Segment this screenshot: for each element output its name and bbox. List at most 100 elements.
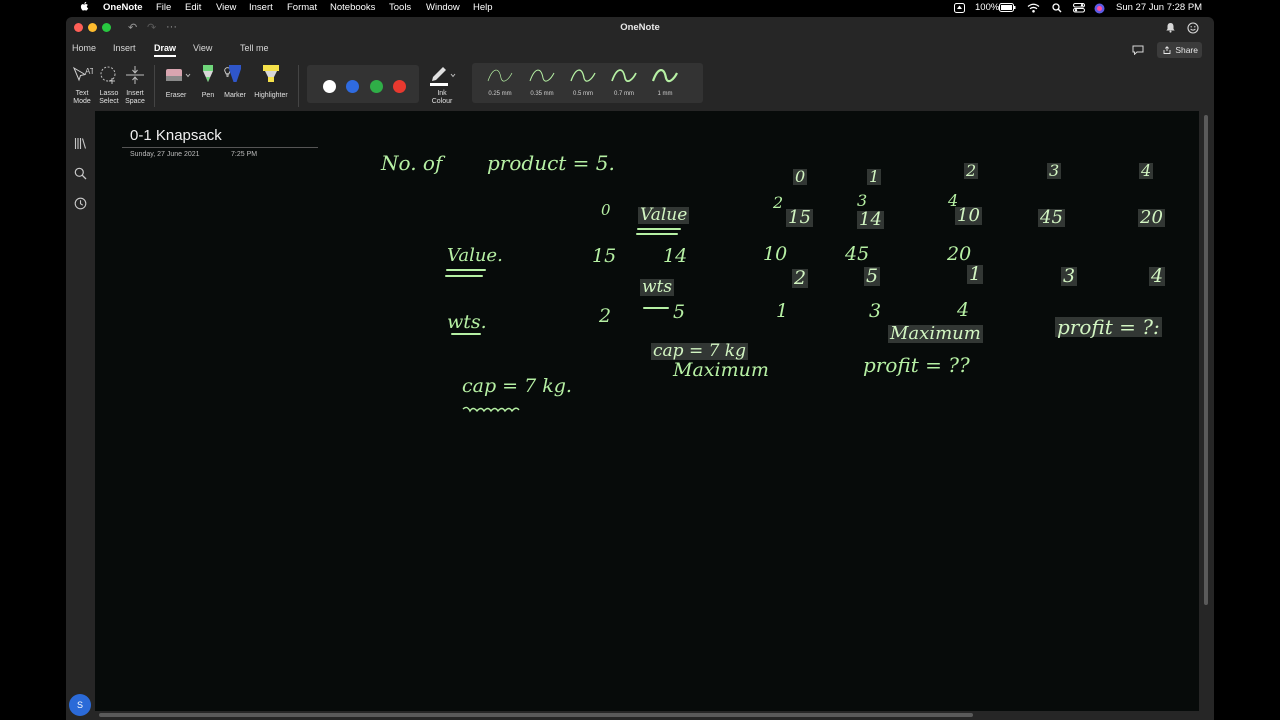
copied-weight[interactable]: 4 bbox=[1149, 267, 1166, 286]
ink-weight-item[interactable]: 4 bbox=[957, 301, 969, 320]
vertical-scroll-thumb[interactable] bbox=[1204, 115, 1208, 605]
ink-no-of[interactable]: No. of bbox=[381, 153, 442, 173]
copied-profit[interactable]: profit = ?: bbox=[1055, 317, 1162, 337]
share-button[interactable]: Share bbox=[1157, 42, 1202, 58]
thickness-option[interactable]: 0.35 mm bbox=[524, 69, 560, 103]
search-icon[interactable] bbox=[74, 167, 87, 180]
copied-wts-label[interactable]: wts bbox=[640, 279, 675, 296]
pen-colors-gallery bbox=[307, 65, 419, 103]
ink-colour-button[interactable]: Ink Colour bbox=[425, 63, 459, 109]
blue-pen-swatch[interactable] bbox=[346, 80, 359, 93]
thickness-option[interactable]: 0.5 mm bbox=[565, 69, 601, 103]
thickness-option[interactable]: 0.25 mm bbox=[482, 69, 518, 103]
copied-index[interactable]: 0 bbox=[793, 169, 808, 185]
copied-index[interactable]: 4 bbox=[1139, 163, 1154, 179]
ink-weight-item[interactable]: 3 bbox=[869, 302, 881, 321]
comments-icon[interactable] bbox=[1132, 45, 1144, 55]
page-time: 7:25 PM bbox=[231, 151, 258, 158]
ink-value-item[interactable]: 20 bbox=[947, 245, 971, 264]
ink-weight-item[interactable]: 2 bbox=[599, 307, 611, 326]
green-pen-swatch[interactable] bbox=[370, 80, 383, 93]
red-pen-swatch[interactable] bbox=[393, 80, 406, 93]
tab-home[interactable]: Home bbox=[72, 43, 96, 53]
ink-value-item[interactable]: 15 bbox=[592, 247, 616, 266]
copied-weight[interactable]: 3 bbox=[1061, 267, 1078, 286]
ink-profit[interactable]: profit = ?? bbox=[863, 355, 970, 375]
horizontal-scroll-thumb[interactable] bbox=[99, 713, 973, 717]
ink-product-count[interactable]: product = 5. bbox=[487, 153, 615, 173]
siri-icon[interactable] bbox=[1094, 3, 1105, 14]
thickness-label: 0.5 mm bbox=[572, 91, 593, 97]
stray-ink-digit[interactable]: 2 bbox=[773, 195, 783, 211]
copied-value[interactable]: 15 bbox=[786, 209, 813, 227]
white-pen-swatch[interactable] bbox=[323, 80, 336, 93]
menu-file[interactable]: File bbox=[156, 2, 171, 13]
tab-view[interactable]: View bbox=[193, 43, 212, 53]
apple-icon[interactable] bbox=[80, 1, 89, 12]
tab-insert[interactable]: Insert bbox=[113, 43, 136, 53]
copied-maximum[interactable]: Maximum bbox=[888, 325, 983, 343]
page-title[interactable]: 0-1 Knapsack bbox=[130, 127, 222, 144]
stray-ink-digit[interactable]: 3 bbox=[857, 193, 867, 209]
menu-tools[interactable]: Tools bbox=[389, 2, 411, 13]
horizontal-scrollbar[interactable] bbox=[95, 711, 1199, 720]
pen-button[interactable]: Pen bbox=[198, 63, 218, 103]
notebooks-icon[interactable] bbox=[74, 137, 87, 150]
text-mode-button[interactable]: AT Text Mode bbox=[71, 63, 93, 111]
ink-value-label[interactable]: Value. bbox=[447, 247, 503, 265]
recent-notes-clock-icon[interactable] bbox=[74, 197, 87, 210]
copied-weight[interactable]: 5 bbox=[864, 267, 881, 286]
screen-share-icon[interactable] bbox=[954, 3, 965, 13]
ink-wts-label[interactable]: wts. bbox=[447, 313, 487, 332]
ink-capacity[interactable]: cap = 7 kg. bbox=[462, 377, 572, 396]
ink-value-item[interactable]: 10 bbox=[763, 245, 787, 264]
marker-button[interactable]: Marker bbox=[224, 63, 246, 103]
copied-weight[interactable]: 2 bbox=[792, 269, 809, 288]
copied-index[interactable]: 1 bbox=[867, 169, 882, 185]
menu-insert[interactable]: Insert bbox=[249, 2, 273, 13]
copied-value[interactable]: 20 bbox=[1138, 209, 1165, 227]
ink-value-item[interactable]: 14 bbox=[663, 247, 687, 266]
control-center-icon[interactable] bbox=[1073, 3, 1085, 13]
ink-weight-item[interactable]: 5 bbox=[673, 303, 685, 322]
search-icon[interactable] bbox=[1052, 3, 1062, 13]
menu-help[interactable]: Help bbox=[473, 2, 493, 13]
tell-me-search[interactable]: Tell me bbox=[240, 43, 269, 53]
highlighter-button[interactable]: Highlighter bbox=[252, 63, 290, 103]
stroke-preview-icon bbox=[611, 69, 637, 82]
menu-window[interactable]: Window bbox=[426, 2, 460, 13]
copied-index[interactable]: 2 bbox=[964, 163, 979, 179]
eraser-button[interactable]: Eraser bbox=[163, 63, 193, 103]
avatar[interactable]: S bbox=[69, 694, 91, 716]
menubar-datetime[interactable]: Sun 27 Jun 7:28 PM bbox=[1116, 2, 1202, 13]
ink-value-item[interactable]: 45 bbox=[845, 245, 869, 264]
thickness-option[interactable]: 1 mm bbox=[647, 69, 683, 103]
tab-draw[interactable]: Draw bbox=[154, 43, 177, 57]
menu-notebooks[interactable]: Notebooks bbox=[330, 2, 375, 13]
copied-value[interactable]: 45 bbox=[1038, 209, 1065, 227]
insert-space-button[interactable]: Insert Space bbox=[124, 63, 146, 111]
insert-space-label-1: Insert bbox=[126, 90, 144, 97]
lasso-select-button[interactable]: Lasso Select bbox=[98, 63, 120, 111]
pen-label: Pen bbox=[201, 92, 215, 99]
thickness-option[interactable]: 0.7 mm bbox=[606, 69, 642, 103]
ink-weight-item[interactable]: 1 bbox=[776, 302, 788, 321]
battery-icon[interactable] bbox=[999, 3, 1016, 12]
copied-value[interactable]: 10 bbox=[955, 207, 982, 225]
vertical-scrollbar[interactable] bbox=[1199, 111, 1214, 711]
menubar-app-name[interactable]: OneNote bbox=[103, 2, 143, 13]
smiley-feedback-icon[interactable] bbox=[1187, 22, 1199, 34]
copied-weight[interactable]: 1 bbox=[967, 265, 984, 284]
copied-value[interactable]: 14 bbox=[857, 211, 884, 229]
ink-index-zero[interactable]: 0 bbox=[601, 203, 611, 218]
copied-capacity[interactable]: cap = 7 kg bbox=[651, 343, 748, 360]
menu-view[interactable]: View bbox=[216, 2, 236, 13]
notification-bell-icon[interactable] bbox=[1165, 22, 1176, 33]
copied-value-label[interactable]: Value bbox=[638, 207, 690, 224]
note-page-canvas[interactable]: 0-1 Knapsack Sunday, 27 June 2021 7:25 P… bbox=[95, 111, 1199, 711]
copied-index[interactable]: 3 bbox=[1047, 163, 1062, 179]
menu-format[interactable]: Format bbox=[287, 2, 317, 13]
menu-edit[interactable]: Edit bbox=[185, 2, 201, 13]
wifi-icon[interactable] bbox=[1027, 3, 1040, 13]
ink-maximum[interactable]: Maximum bbox=[673, 361, 769, 380]
